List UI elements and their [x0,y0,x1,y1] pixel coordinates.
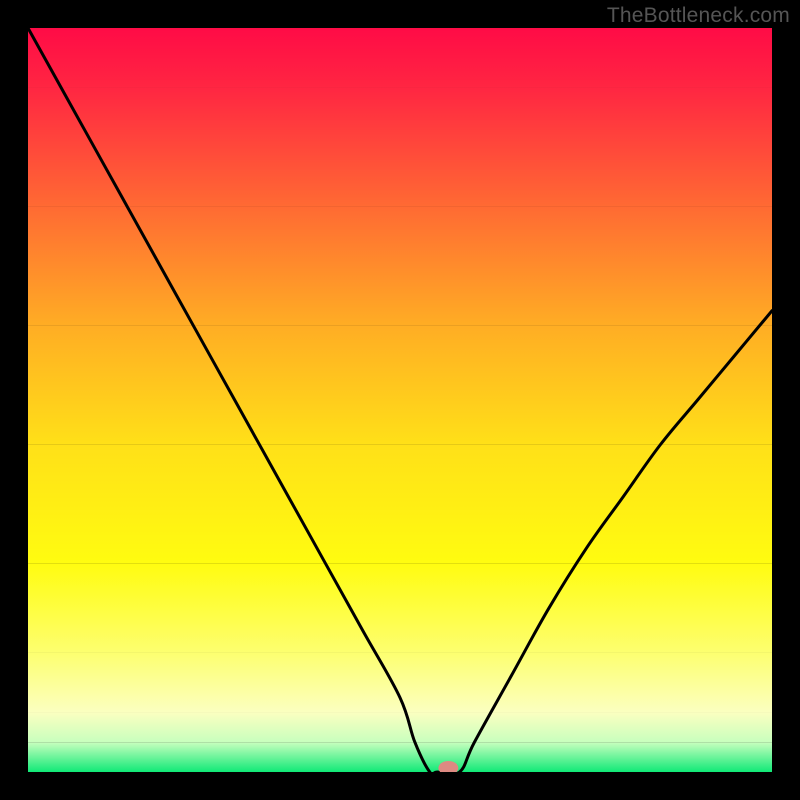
heat-band [28,445,772,564]
watermark-text: TheBottleneck.com [607,4,790,28]
heat-band [28,653,772,713]
plot-area [28,28,772,772]
heat-band [28,564,772,653]
heat-band [28,88,772,207]
heat-band [28,28,772,88]
heat-band [28,326,772,445]
chart-frame: TheBottleneck.com [0,0,800,800]
heat-band [28,207,772,326]
heat-band [28,742,772,772]
chart-svg [28,28,772,772]
heat-band [28,712,772,742]
